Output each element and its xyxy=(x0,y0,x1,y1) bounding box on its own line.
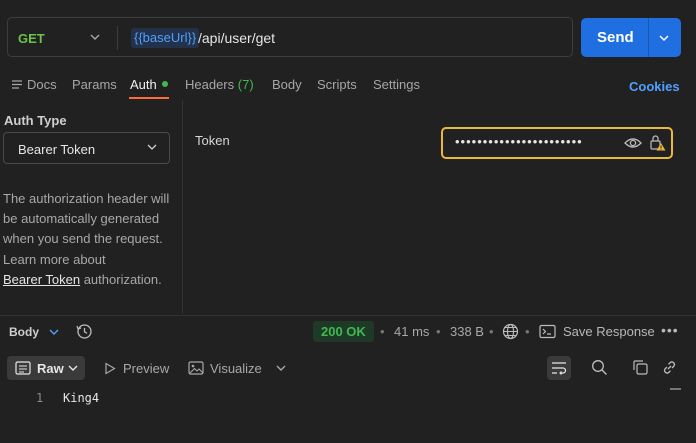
status-badge[interactable]: 200 OK xyxy=(313,321,374,342)
panel-divider xyxy=(182,100,183,314)
chevron-down-icon[interactable] xyxy=(146,141,158,153)
history-icon[interactable] xyxy=(76,323,93,340)
dot-separator: • xyxy=(436,324,441,339)
method-select[interactable]: GET xyxy=(18,31,45,46)
tab-headers-label[interactable]: Headers xyxy=(185,77,234,92)
eye-icon[interactable] xyxy=(624,135,642,151)
response-divider xyxy=(0,315,696,316)
response-time[interactable]: 41 ms xyxy=(394,324,429,339)
lock-warning-icon[interactable] xyxy=(650,134,666,151)
search-icon[interactable] xyxy=(591,359,608,376)
copy-icon[interactable] xyxy=(632,359,649,376)
dot-separator: • xyxy=(525,324,530,339)
line-number: 1 xyxy=(36,391,44,405)
send-divider xyxy=(648,18,649,57)
auth-description: The authorization header will be automat… xyxy=(3,191,170,246)
link-icon[interactable] xyxy=(661,359,678,376)
preview-view-button[interactable]: Preview xyxy=(123,361,169,376)
send-button-label[interactable]: Send xyxy=(597,29,634,46)
dot-separator: • xyxy=(489,324,494,339)
active-tab-indicator xyxy=(129,97,169,99)
chevron-down-icon[interactable] xyxy=(89,31,101,43)
wrap-icon[interactable] xyxy=(551,360,567,376)
raw-view-label[interactable]: Raw xyxy=(37,361,64,376)
dot-separator: • xyxy=(380,324,385,339)
tab-body[interactable]: Body xyxy=(272,77,302,92)
token-value[interactable]: ••••••••••••••••••••••• xyxy=(455,134,583,149)
tab-scripts[interactable]: Scripts xyxy=(317,77,357,92)
bearer-token-link[interactable]: Bearer Token xyxy=(3,272,80,287)
chevron-down-icon[interactable] xyxy=(48,326,60,338)
auth-status-dot xyxy=(162,81,168,87)
tab-docs-label[interactable]: Docs xyxy=(27,77,57,92)
chevron-down-icon[interactable] xyxy=(67,362,79,374)
tab-settings[interactable]: Settings xyxy=(373,77,420,92)
image-icon[interactable] xyxy=(188,360,204,376)
response-body-text[interactable]: King4 xyxy=(63,391,99,405)
more-options-icon[interactable]: ••• xyxy=(661,322,679,338)
send-options-chevron-icon[interactable] xyxy=(657,31,671,45)
chevron-down-icon[interactable] xyxy=(275,362,287,374)
visualize-view-button[interactable]: Visualize xyxy=(210,361,262,376)
raw-icon xyxy=(15,361,31,375)
tab-docs[interactable]: Docs xyxy=(12,77,57,92)
response-body-label[interactable]: Body xyxy=(9,325,39,339)
url-input[interactable]: /api/user/get xyxy=(198,30,275,46)
auth-type-label: Auth Type xyxy=(4,113,67,128)
url-variable[interactable]: {{baseUrl}} xyxy=(131,28,200,48)
headers-count-badge: (7) xyxy=(237,77,254,92)
link-suffix: authorization. xyxy=(80,272,162,287)
url-divider xyxy=(117,26,118,50)
learn-more-text: Learn more about xyxy=(3,252,106,267)
response-size[interactable]: 338 B xyxy=(450,324,484,339)
globe-icon[interactable] xyxy=(502,323,519,340)
learn-more-row: Bearer Token authorization. xyxy=(3,270,162,290)
token-label: Token xyxy=(195,133,230,148)
tab-params[interactable]: Params xyxy=(72,77,117,92)
scrollbar-indicator[interactable] xyxy=(670,388,681,390)
tab-auth[interactable]: Auth xyxy=(130,77,157,92)
save-response-icon[interactable] xyxy=(539,324,556,339)
auth-type-value[interactable]: Bearer Token xyxy=(18,142,95,157)
save-response-button[interactable]: Save Response xyxy=(563,324,655,339)
cookies-link[interactable]: Cookies xyxy=(629,79,680,94)
docs-icon xyxy=(12,80,22,89)
play-icon[interactable] xyxy=(104,362,116,375)
tab-headers[interactable]: Headers (7) xyxy=(185,77,254,92)
